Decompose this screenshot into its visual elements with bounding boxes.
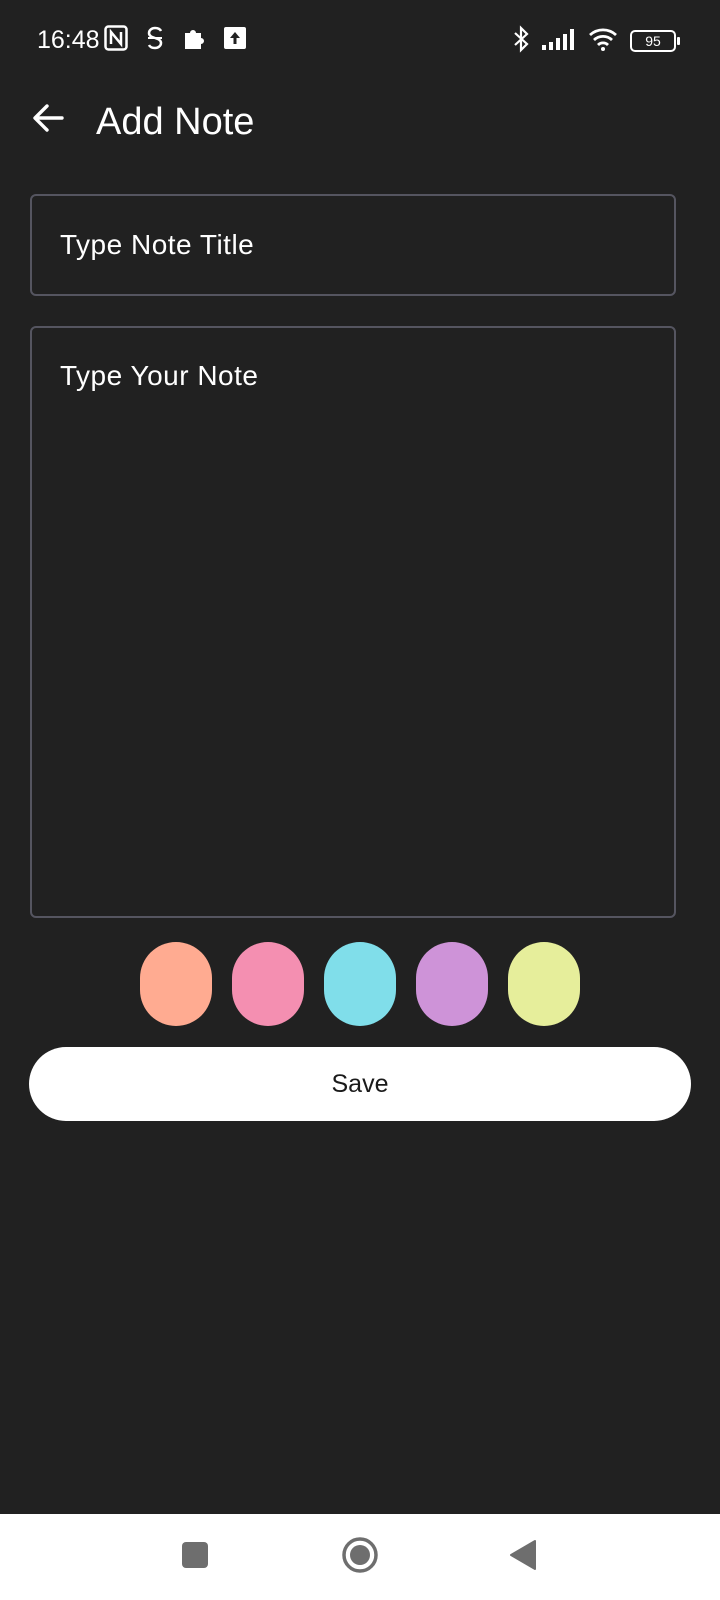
status-time: 16:48 bbox=[37, 26, 100, 54]
note-title-input[interactable] bbox=[32, 196, 674, 294]
app-bar: Add Note bbox=[0, 80, 720, 164]
color-swatch-pink[interactable] bbox=[232, 942, 304, 1026]
nav-back-button[interactable] bbox=[500, 1534, 546, 1580]
back-triangle-icon bbox=[509, 1539, 537, 1576]
battery-level: 95 bbox=[645, 33, 661, 49]
status-system-icons: 95 bbox=[512, 24, 680, 58]
battery-icon: 95 bbox=[630, 30, 680, 52]
home-circle-icon bbox=[341, 1536, 379, 1579]
color-swatch-peach[interactable] bbox=[140, 942, 212, 1026]
upload-box-icon bbox=[224, 26, 246, 54]
note-title-field bbox=[30, 194, 676, 296]
nav-home-button[interactable] bbox=[337, 1534, 383, 1580]
wifi-icon bbox=[588, 27, 618, 56]
arrow-left-icon bbox=[31, 103, 65, 138]
mobile-data-s-icon bbox=[146, 26, 164, 55]
page-title: Add Note bbox=[96, 101, 255, 143]
system-nav-bar bbox=[0, 1514, 720, 1600]
back-button[interactable] bbox=[28, 100, 68, 140]
save-button[interactable]: Save bbox=[29, 1047, 691, 1121]
recents-square-icon bbox=[181, 1541, 209, 1574]
status-notification-icons bbox=[104, 24, 246, 56]
note-body-input[interactable] bbox=[32, 328, 674, 916]
cell-signal-icon bbox=[542, 28, 576, 55]
nfc-icon bbox=[104, 24, 128, 56]
color-picker bbox=[0, 942, 720, 1028]
puzzle-icon bbox=[182, 26, 206, 55]
note-body-field bbox=[30, 326, 676, 918]
color-swatch-lime[interactable] bbox=[508, 942, 580, 1026]
color-swatch-purple[interactable] bbox=[416, 942, 488, 1026]
status-bar: 16:48 95 bbox=[0, 0, 720, 80]
nav-recents-button[interactable] bbox=[172, 1534, 218, 1580]
bluetooth-icon bbox=[512, 24, 530, 58]
color-swatch-cyan[interactable] bbox=[324, 942, 396, 1026]
